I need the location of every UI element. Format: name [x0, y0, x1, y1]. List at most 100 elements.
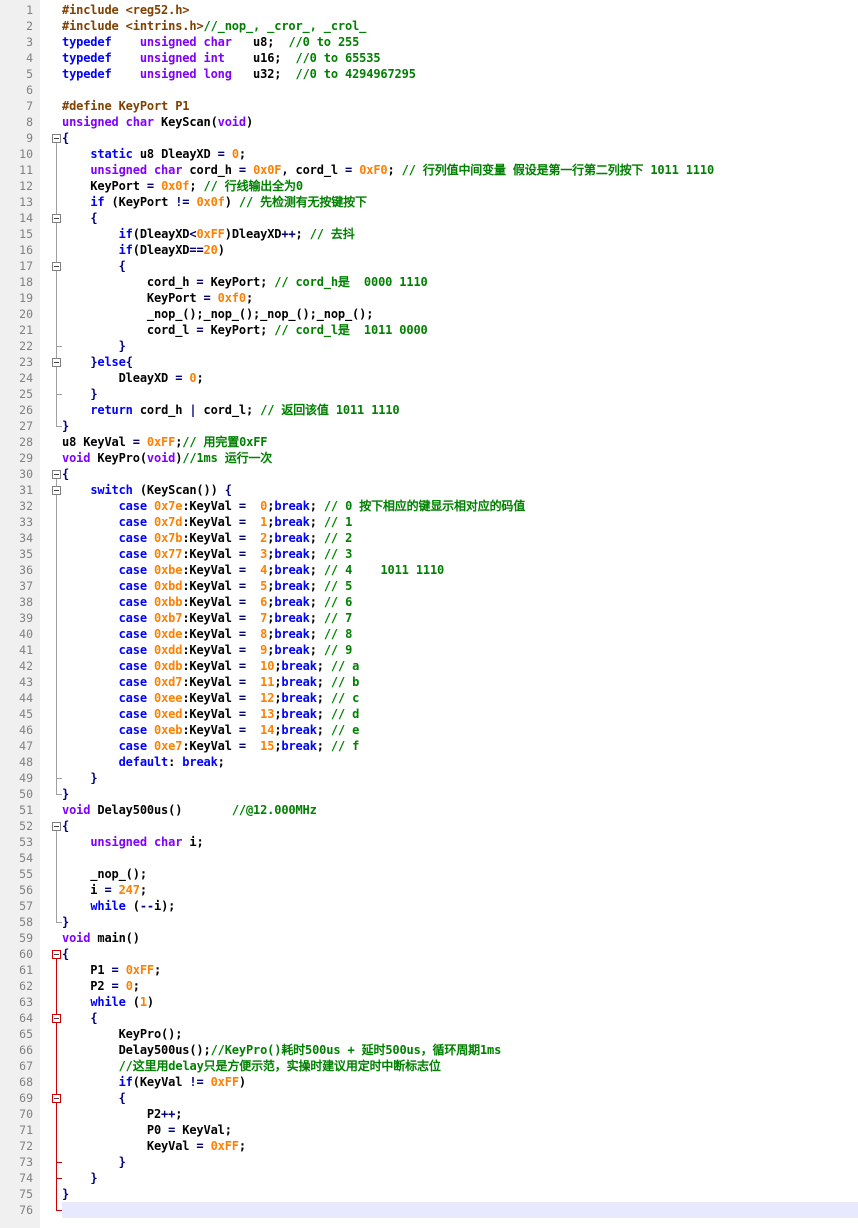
code-line[interactable]: unsigned char KeyScan(void)	[62, 114, 858, 130]
code-line[interactable]: u8 KeyVal = 0xFF;// 用完置0xFF	[62, 434, 858, 450]
line-number: 25	[19, 387, 33, 401]
code-line[interactable]: }	[62, 418, 858, 434]
code-line[interactable]: }	[62, 914, 858, 930]
code-line[interactable]: case 0x7b:KeyVal = 2;break; // 2	[62, 530, 858, 546]
code-line[interactable]: case 0xdb:KeyVal = 10;break; // a	[62, 658, 858, 674]
code-line[interactable]: P0 = KeyVal;	[62, 1122, 858, 1138]
code-line[interactable]: {	[62, 818, 858, 834]
code-token: 0xFF	[210, 1139, 239, 1153]
code-editor[interactable]: 1 2 3 4 5 6 7 8 9 10 11 12 13 14 15 16 17 18 19 20 21 22 23 24 2…	[0, 0, 858, 1228]
code-line[interactable]: }	[62, 786, 858, 802]
code-line[interactable]: {	[62, 466, 858, 482]
fold-toggle-icon[interactable]	[52, 1014, 61, 1023]
code-line[interactable]: typedef unsigned char u8; //0 to 255	[62, 34, 858, 50]
code-line[interactable]: void main()	[62, 930, 858, 946]
code-line[interactable]: void Delay500us() //@12.000MHz	[62, 802, 858, 818]
code-line[interactable]: case 0x77:KeyVal = 3;break; // 3	[62, 546, 858, 562]
code-line[interactable]: Delay500us();//KeyPro()耗时500us + 延时500us…	[62, 1042, 858, 1058]
code-line[interactable]: unsigned char i;	[62, 834, 858, 850]
fold-toggle-icon[interactable]	[52, 134, 61, 143]
code-line[interactable]: }	[62, 338, 858, 354]
fold-toggle-icon[interactable]	[52, 486, 61, 495]
code-line[interactable]: if(DleayXD==20)	[62, 242, 858, 258]
code-line[interactable]: while (--i);	[62, 898, 858, 914]
code-line[interactable]: unsigned char cord_h = 0x0F, cord_l = 0x…	[62, 162, 858, 178]
code-line[interactable]: while (1)	[62, 994, 858, 1010]
code-line[interactable]: if(KeyVal != 0xFF)	[62, 1074, 858, 1090]
code-line[interactable]: case 0xb7:KeyVal = 7;break; // 7	[62, 610, 858, 626]
code-line[interactable]: P1 = 0xFF;	[62, 962, 858, 978]
code-line[interactable]: if(DleayXD<0xFF)DleayXD++; // 去抖	[62, 226, 858, 242]
code-line[interactable]: static u8 DleayXD = 0;	[62, 146, 858, 162]
code-line[interactable]: switch (KeyScan()) {	[62, 482, 858, 498]
code-line[interactable]: #include <reg52.h>	[62, 2, 858, 18]
code-line[interactable]: i = 247;	[62, 882, 858, 898]
code-token: case	[118, 579, 147, 593]
code-line[interactable]: {	[62, 258, 858, 274]
code-line[interactable]: }	[62, 770, 858, 786]
code-text-area[interactable]: #include <reg52.h> #include <intrins.h>//…	[62, 0, 858, 1228]
code-line[interactable]: }	[62, 1170, 858, 1186]
code-line[interactable]: case 0xbb:KeyVal = 6;break; // 6	[62, 594, 858, 610]
code-line[interactable]: default: break;	[62, 754, 858, 770]
code-line[interactable]: KeyVal = 0xFF;	[62, 1138, 858, 1154]
fold-margin[interactable]	[40, 0, 62, 1228]
code-token: ;	[196, 371, 204, 385]
line-number: 21	[19, 323, 33, 337]
line-number: 54	[19, 851, 33, 865]
fold-toggle-icon[interactable]	[52, 950, 61, 959]
code-line[interactable]: void KeyPro(void)//1ms 运行一次	[62, 450, 858, 466]
code-line[interactable]: }	[62, 1154, 858, 1170]
code-line[interactable]: P2 = 0;	[62, 978, 858, 994]
code-line[interactable]: KeyPort = 0xf0;	[62, 290, 858, 306]
fold-toggle-icon[interactable]	[52, 358, 61, 367]
code-line[interactable]: cord_h = KeyPort; // cord_h是 0000 1110	[62, 274, 858, 290]
code-line[interactable]: //这里用delay只是方便示范，实操时建议用定时中断标志位	[62, 1058, 858, 1074]
fold-toggle-icon[interactable]	[52, 470, 61, 479]
code-line[interactable]: }	[62, 1186, 858, 1202]
code-line[interactable]: KeyPro();	[62, 1026, 858, 1042]
code-line[interactable]: }else{	[62, 354, 858, 370]
code-line[interactable]: typedef unsigned long u32; //0 to 429496…	[62, 66, 858, 82]
code-line[interactable]: case 0xeb:KeyVal = 14;break; // e	[62, 722, 858, 738]
code-line[interactable]: case 0xed:KeyVal = 13;break; // d	[62, 706, 858, 722]
fold-toggle-icon[interactable]	[52, 262, 61, 271]
fold-toggle-icon[interactable]	[52, 822, 61, 831]
code-line[interactable]: case 0xee:KeyVal = 12;break; // c	[62, 690, 858, 706]
code-line[interactable]: _nop_();	[62, 866, 858, 882]
code-line[interactable]	[62, 82, 858, 98]
code-token: }	[118, 339, 126, 353]
code-line[interactable]	[62, 850, 858, 866]
code-line[interactable]: case 0x7e:KeyVal = 0;break; // 0 按下相应的键显…	[62, 498, 858, 514]
code-line[interactable]: KeyPort = 0x0f; // 行线输出全为0	[62, 178, 858, 194]
fold-toggle-icon[interactable]	[52, 214, 61, 223]
code-token: unsigned char	[90, 835, 183, 849]
code-line[interactable]: case 0xde:KeyVal = 8;break; // 8	[62, 626, 858, 642]
code-token: =	[238, 579, 246, 593]
code-line[interactable]: _nop_();_nop_();_nop_();_nop_();	[62, 306, 858, 322]
code-line[interactable]: if (KeyPort != 0x0f) // 先检测有无按键按下	[62, 194, 858, 210]
code-line[interactable]: {	[62, 1090, 858, 1106]
code-line[interactable]: {	[62, 1010, 858, 1026]
code-line[interactable]: case 0xbd:KeyVal = 5;break; // 5	[62, 578, 858, 594]
code-line[interactable]: DleayXD = 0;	[62, 370, 858, 386]
code-token: break	[274, 595, 310, 609]
code-line[interactable]: case 0x7d:KeyVal = 1;break; // 1	[62, 514, 858, 530]
code-line[interactable]: {	[62, 946, 858, 962]
code-line[interactable]: case 0xdd:KeyVal = 9;break; // 9	[62, 642, 858, 658]
code-line[interactable]: case 0xe7:KeyVal = 15;break; // f	[62, 738, 858, 754]
code-line[interactable]: {	[62, 210, 858, 226]
code-line[interactable]: cord_l = KeyPort; // cord_l是 1011 0000	[62, 322, 858, 338]
code-line[interactable]: #define KeyPort P1	[62, 98, 858, 114]
code-line[interactable]: P2++;	[62, 1106, 858, 1122]
code-line[interactable]: }	[62, 386, 858, 402]
code-line[interactable]: {	[62, 130, 858, 146]
code-line[interactable]: case 0xbe:KeyVal = 4;break; // 4 1011 11…	[62, 562, 858, 578]
code-line[interactable]: return cord_h | cord_l; // 返回该值 1011 111…	[62, 402, 858, 418]
code-line[interactable]: #include <intrins.h>//_nop_, _cror_, _cr…	[62, 18, 858, 34]
code-line[interactable]: typedef unsigned int u16; //0 to 65535	[62, 50, 858, 66]
code-line[interactable]	[62, 1202, 858, 1218]
code-line[interactable]: case 0xd7:KeyVal = 11;break; // b	[62, 674, 858, 690]
fold-toggle-icon[interactable]	[52, 1094, 61, 1103]
